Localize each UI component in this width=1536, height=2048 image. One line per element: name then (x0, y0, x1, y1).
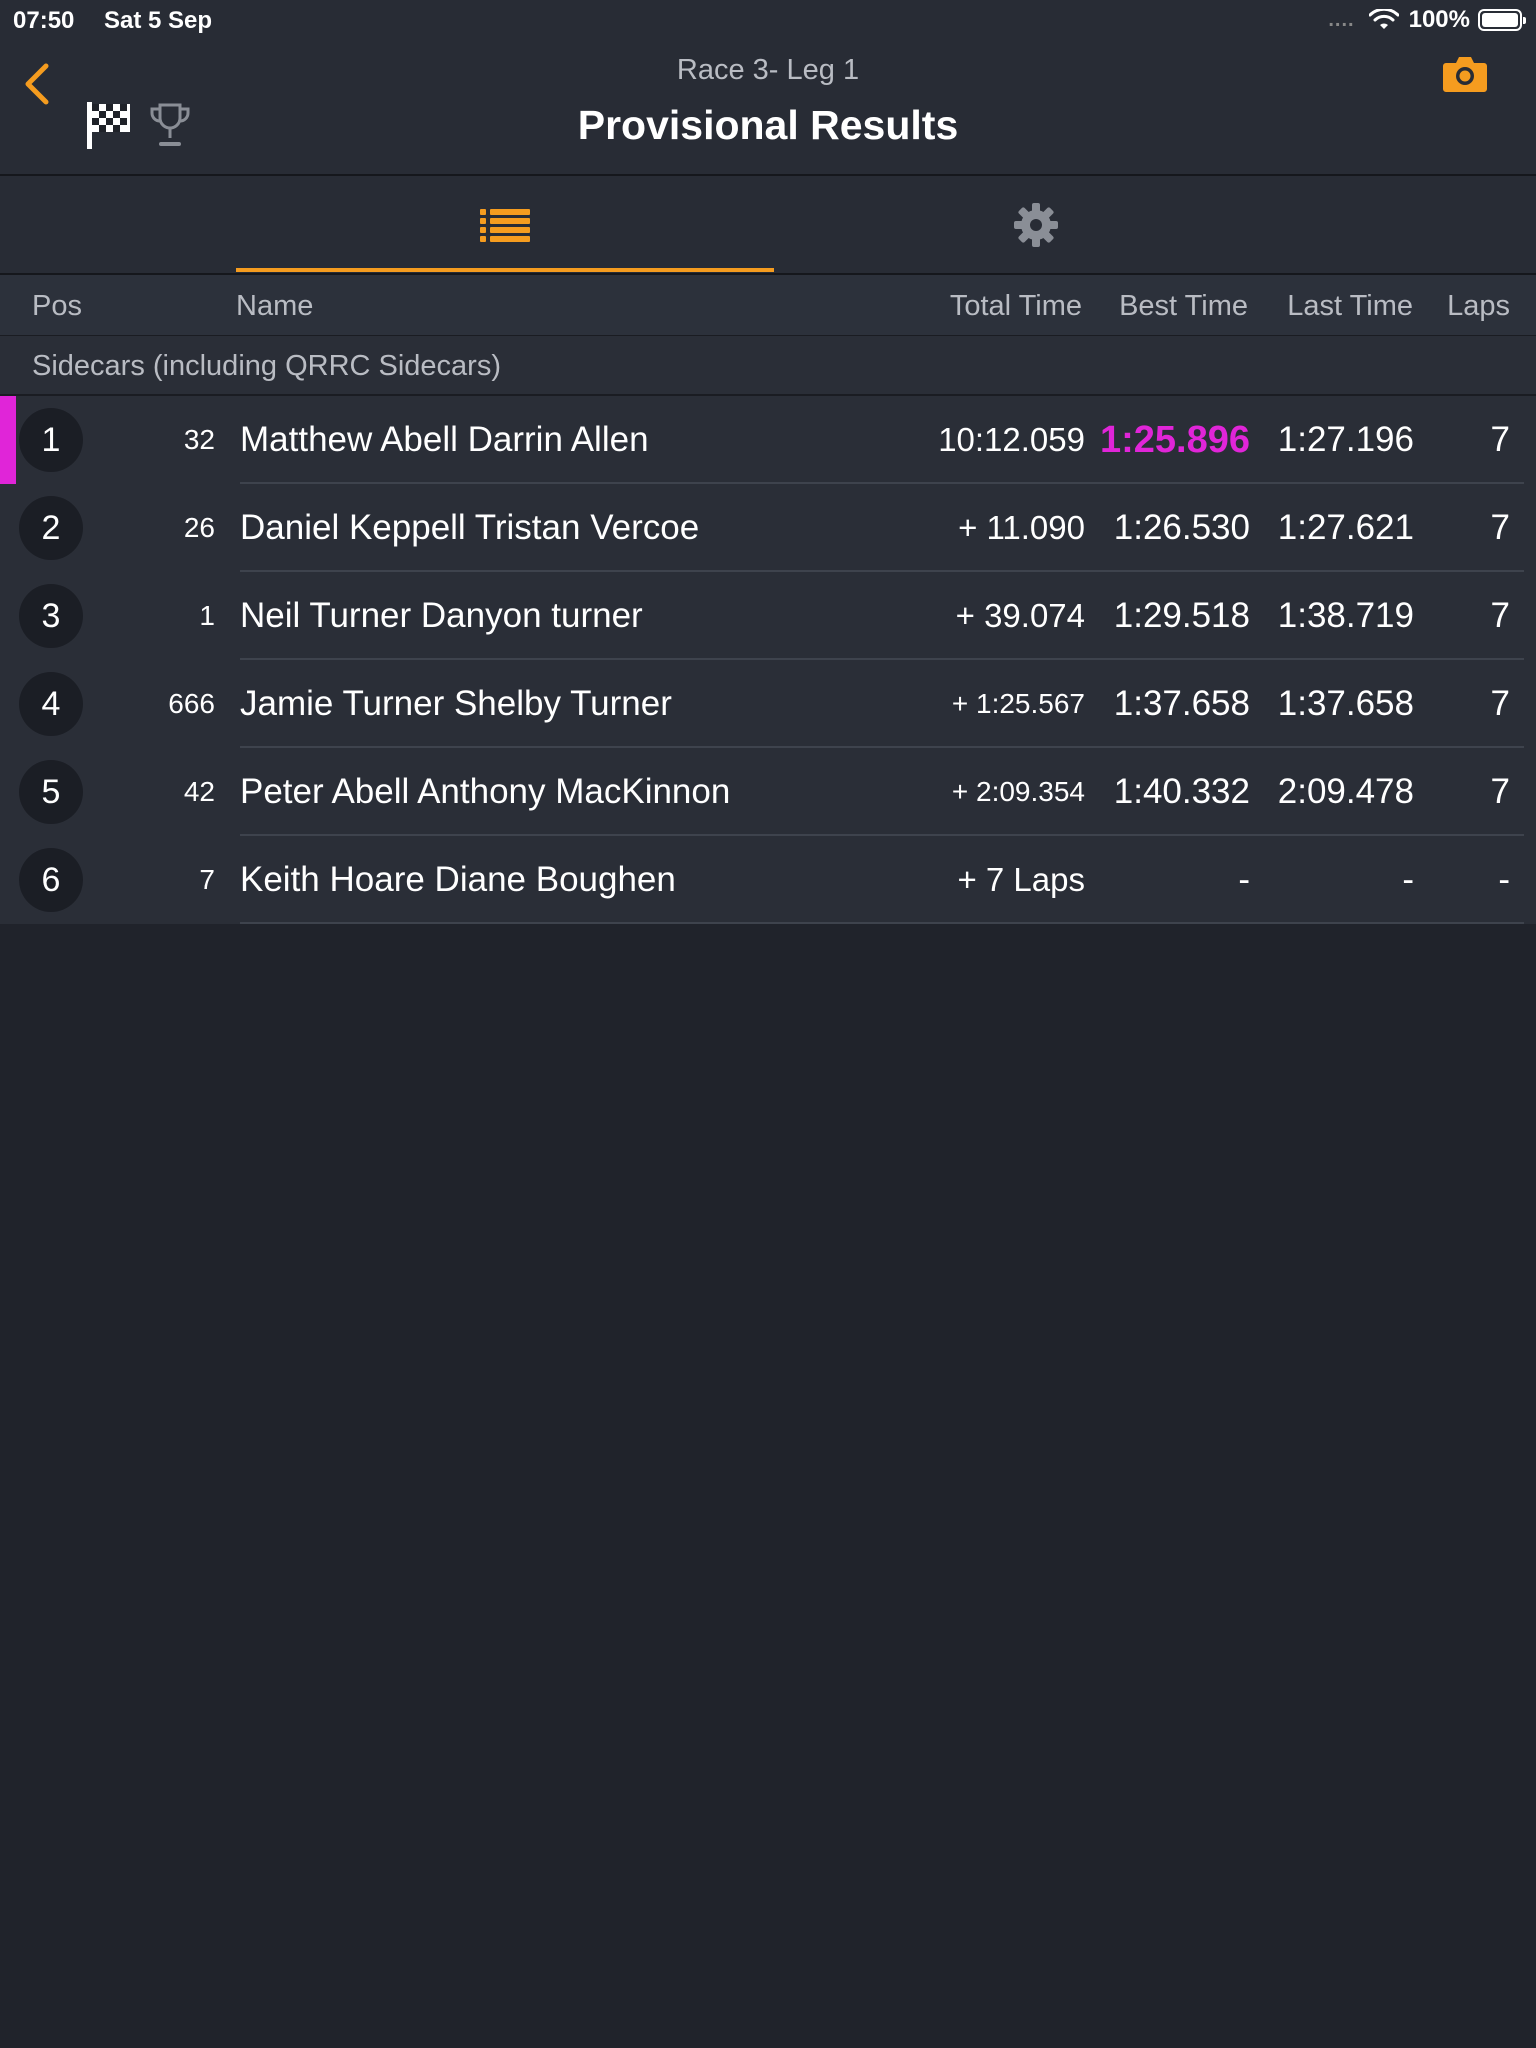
rider-names: Jamie Turner Shelby Turner (240, 684, 672, 723)
results-list: 1 32 Matthew Abell Darrin Allen 10:12.05… (0, 396, 1536, 924)
total-time: + 7 Laps (957, 861, 1085, 898)
position-badge: 1 (19, 408, 83, 472)
race-number: 666 (168, 688, 215, 719)
race-number: 26 (183, 512, 215, 543)
laps: 7 (1490, 772, 1510, 811)
column-header-name[interactable]: Name (236, 290, 313, 323)
best-time: 1:29.518 (1113, 596, 1250, 635)
column-header-total-time[interactable]: Total Time (950, 290, 1082, 323)
last-time: 1:27.196 (1277, 420, 1414, 459)
laps: - (1498, 860, 1510, 899)
total-time: + 39.074 (955, 597, 1085, 634)
last-time: 2:09.478 (1277, 772, 1414, 811)
column-header-last-time[interactable]: Last Time (1287, 290, 1413, 323)
last-time: - (1402, 860, 1414, 899)
total-time: + 1:25.567 (951, 688, 1085, 719)
result-row[interactable]: 4 666 Jamie Turner Shelby Turner + 1:25.… (0, 660, 1536, 748)
position-badge: 4 (19, 672, 83, 736)
race-number: 7 (199, 864, 215, 895)
rider-names: Matthew Abell Darrin Allen (240, 420, 649, 459)
position-badge: 3 (19, 584, 83, 648)
result-row[interactable]: 1 32 Matthew Abell Darrin Allen 10:12.05… (0, 396, 1536, 484)
position-badge: 2 (19, 496, 83, 560)
class-group-header: Sidecars (including QRRC Sidecars) (0, 336, 1536, 396)
laps: 7 (1490, 508, 1510, 547)
position-badge: 6 (19, 848, 83, 912)
column-header-best-time[interactable]: Best Time (1119, 290, 1248, 323)
tab-bar (0, 176, 1536, 275)
column-header-laps[interactable]: Laps (1447, 290, 1510, 323)
battery-percentage: 100% (1408, 6, 1470, 33)
status-date: Sat 5 Sep (104, 7, 213, 34)
rider-names: Peter Abell Anthony MacKinnon (240, 772, 731, 811)
total-time: 10:12.059 (938, 421, 1085, 458)
best-time: 1:37.658 (1113, 684, 1250, 723)
last-time: 1:27.621 (1277, 508, 1414, 547)
active-tab-indicator (236, 268, 774, 272)
signal-icon: .... (1328, 8, 1355, 31)
leader-marker (0, 396, 16, 484)
wifi-icon (1368, 9, 1399, 29)
position-badge: 5 (19, 760, 83, 824)
row-divider (240, 922, 1524, 924)
rider-names: Neil Turner Danyon turner (240, 596, 643, 635)
race-subtitle: Race 3- Leg 1 (676, 54, 860, 86)
battery-icon (1478, 9, 1526, 31)
gear-icon (1014, 202, 1058, 247)
class-name: Sidecars (including QRRC Sidecars) (32, 350, 501, 382)
laps: 7 (1490, 684, 1510, 723)
laps: 7 (1490, 596, 1510, 635)
tab-settings[interactable] (774, 176, 1298, 273)
total-time: + 11.090 (958, 509, 1085, 546)
race-number: 32 (183, 424, 215, 455)
total-time: + 2:09.354 (951, 776, 1085, 807)
navigation-bar: Race 3- Leg 1 Provisional Results (0, 40, 1536, 176)
best-time: 1:25.896 (1099, 419, 1250, 461)
results-table-header: Pos Name Total Time Best Time Last Time … (0, 275, 1536, 336)
status-time: 07:50 (13, 7, 75, 34)
status-indicators: .... 100% (1328, 6, 1526, 34)
tab-results-list[interactable] (236, 176, 774, 273)
camera-icon[interactable] (1442, 54, 1488, 94)
best-time: 1:40.332 (1113, 772, 1250, 811)
rider-names: Keith Hoare Diane Boughen (240, 860, 676, 899)
race-number: 42 (183, 776, 215, 807)
best-time: - (1238, 860, 1250, 899)
rider-names: Daniel Keppell Tristan Vercoe (240, 508, 700, 547)
column-header-pos[interactable]: Pos (32, 290, 82, 323)
result-row[interactable]: 3 1 Neil Turner Danyon turner + 39.074 1… (0, 572, 1536, 660)
result-row[interactable]: 5 42 Peter Abell Anthony MacKinnon + 2:0… (0, 748, 1536, 836)
page-title: Provisional Results (577, 102, 959, 148)
race-number: 1 (199, 600, 215, 631)
result-row[interactable]: 6 7 Keith Hoare Diane Boughen + 7 Laps -… (0, 836, 1536, 924)
last-time: 1:37.658 (1277, 684, 1414, 723)
result-row[interactable]: 2 26 Daniel Keppell Tristan Vercoe + 11.… (0, 484, 1536, 572)
best-time: 1:26.530 (1113, 508, 1250, 547)
last-time: 1:38.719 (1277, 596, 1414, 635)
status-bar: 07:50 Sat 5 Sep .... 100% (0, 0, 1536, 40)
laps: 7 (1490, 420, 1510, 459)
list-icon (480, 208, 530, 242)
